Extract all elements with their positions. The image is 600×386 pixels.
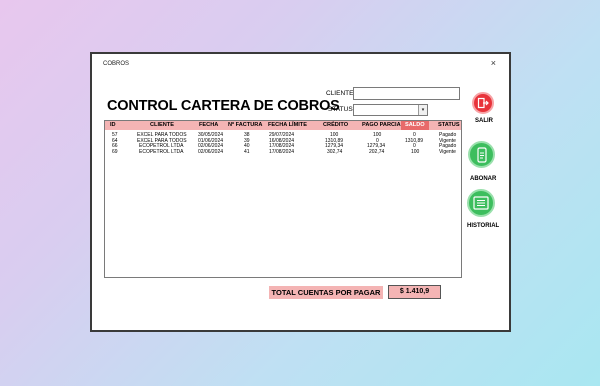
cell-fecha: 02/06/2024 bbox=[198, 148, 224, 155]
cobros-window: COBROS × CONTROL CARTERA DE COBROS CLIEN… bbox=[90, 52, 511, 332]
salir-label: SALIR bbox=[475, 118, 493, 124]
status-select[interactable]: ▾ bbox=[353, 104, 428, 116]
abonar-label: ABONAR bbox=[470, 176, 497, 182]
total-label: TOTAL CUENTAS POR PAGAR bbox=[269, 286, 383, 299]
salir-button[interactable]: SALIR bbox=[472, 92, 494, 124]
cell-cliente: ECOPETROL LTDA bbox=[139, 148, 184, 155]
window-title: COBROS bbox=[103, 61, 130, 67]
header-fecha: FECHA bbox=[199, 122, 219, 128]
phone-payment-icon bbox=[468, 141, 495, 168]
historial-label: HISTORIAL bbox=[467, 223, 500, 229]
cell-credito: 302,74 bbox=[327, 148, 343, 155]
cell-factura: 41 bbox=[244, 148, 250, 155]
chevron-down-icon[interactable]: ▾ bbox=[418, 105, 427, 115]
header-factura: Nº FACTURA bbox=[228, 122, 263, 128]
exit-door-icon bbox=[472, 92, 494, 114]
cliente-label: CLIENTE: bbox=[326, 90, 356, 97]
list-history-icon bbox=[467, 189, 495, 217]
table-header: ID CLIENTE FECHA Nº FACTURA FECHA LÍMITE… bbox=[105, 121, 461, 130]
status-label: STATUS: bbox=[328, 106, 355, 113]
cliente-input[interactable] bbox=[353, 87, 460, 100]
form-title: CONTROL CARTERA DE COBROS bbox=[107, 98, 340, 114]
total-value: $ 1.410,9 bbox=[388, 285, 441, 299]
header-saldo: SALDO bbox=[401, 121, 429, 130]
historial-button[interactable]: HISTORIAL bbox=[467, 189, 499, 229]
abonar-button[interactable]: ABONAR bbox=[468, 141, 496, 182]
header-credito: CRÉDITO bbox=[323, 122, 349, 128]
header-status: STATUS bbox=[438, 122, 460, 128]
cell-saldo: 100 bbox=[411, 148, 420, 155]
close-icon[interactable]: × bbox=[491, 58, 496, 68]
header-id: ID bbox=[110, 122, 116, 128]
header-fecha-limite: FECHA LÍMITE bbox=[268, 122, 307, 128]
cobros-table[interactable]: ID CLIENTE FECHA Nº FACTURA FECHA LÍMITE… bbox=[104, 120, 462, 278]
table-row[interactable]: 69 ECOPETROL LTDA 02/06/2024 41 17/08/20… bbox=[105, 149, 461, 155]
table-body: 57 EXCEL PARA TODOS 30/05/2024 38 29/07/… bbox=[105, 132, 461, 155]
title-bar: COBROS × bbox=[92, 54, 509, 74]
header-pago-parcial: PAGO PARCIAL bbox=[362, 122, 405, 128]
cell-fecha-limite: 17/08/2024 bbox=[269, 148, 295, 155]
cell-status: Vigente bbox=[439, 148, 456, 155]
header-cliente: CLIENTE bbox=[150, 122, 174, 128]
cell-id: 69 bbox=[112, 148, 118, 155]
cell-pago-parcial: 202,74 bbox=[369, 148, 385, 155]
